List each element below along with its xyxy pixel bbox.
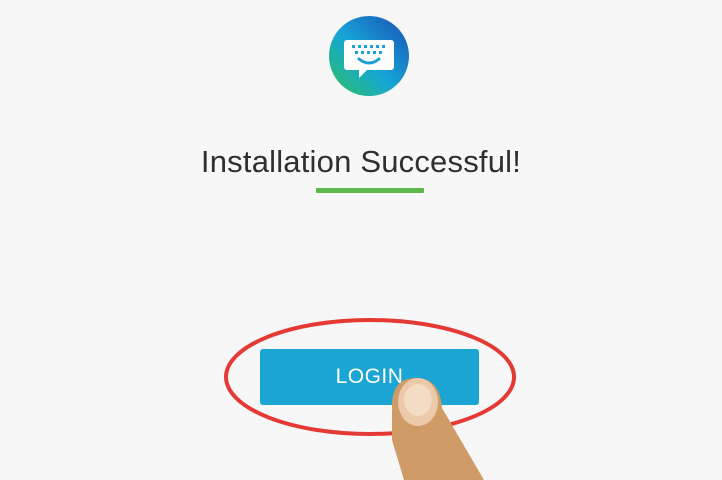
page-title: Installation Successful! <box>200 144 522 179</box>
keyboard-chat-icon <box>327 14 411 98</box>
login-button[interactable]: LOGIN <box>260 349 479 405</box>
title-underline <box>316 188 424 193</box>
